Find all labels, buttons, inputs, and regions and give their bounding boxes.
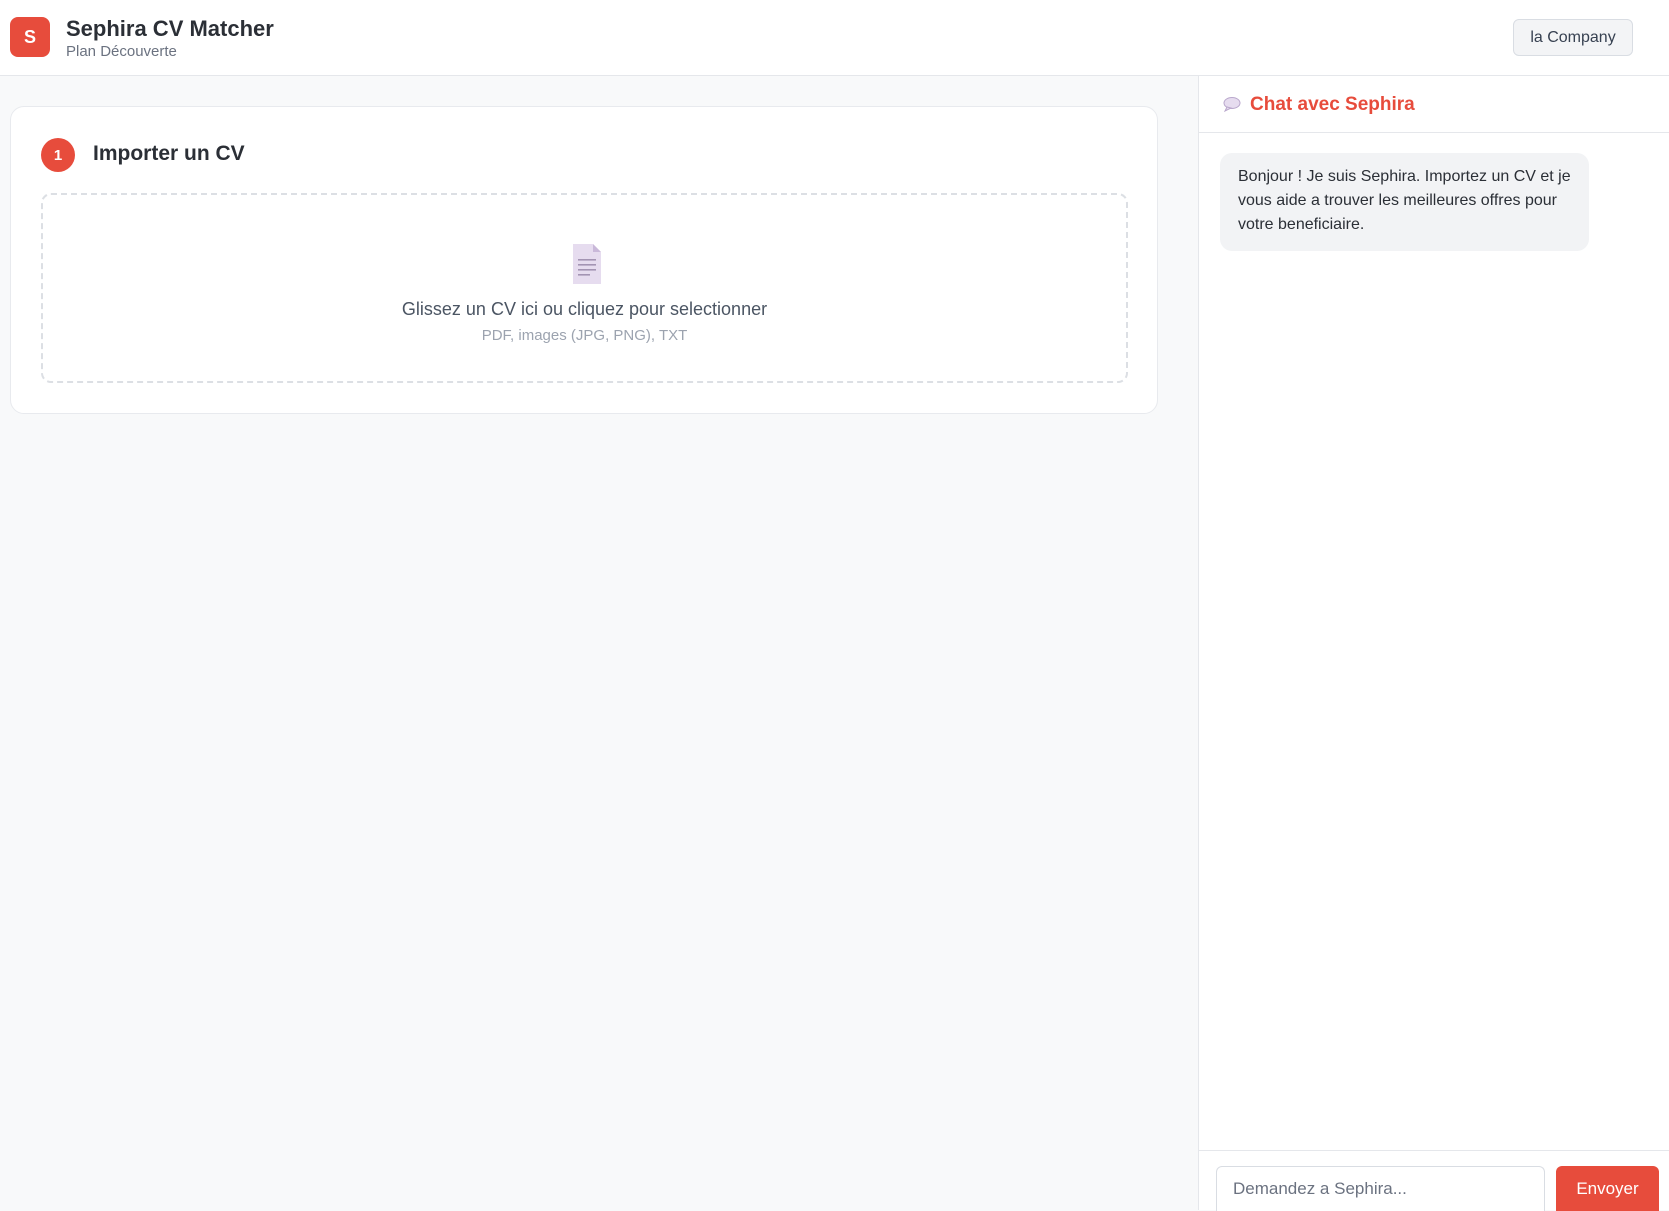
app-logo: S <box>10 17 50 57</box>
upload-card: 1 Importer un CV Glissez un CV ici ou cl… <box>10 106 1158 414</box>
send-button[interactable]: Envoyer <box>1556 1166 1659 1211</box>
chat-panel: Chat avec Sephira Bonjour ! Je suis Seph… <box>1198 76 1669 1211</box>
speech-bubble-icon <box>1223 97 1241 112</box>
dropzone-formats: PDF, images (JPG, PNG), TXT <box>481 327 688 344</box>
chat-title: Chat avec Sephira <box>1250 94 1415 115</box>
dropzone-instructions: Glissez un CV ici ou cliquez pour select… <box>401 299 768 319</box>
step-number-badge: 1 <box>41 138 75 172</box>
main-panel: 1 Importer un CV Glissez un CV ici ou cl… <box>0 76 1198 1210</box>
cv-dropzone[interactable]: Glissez un CV ici ou cliquez pour select… <box>41 193 1128 383</box>
chat-header: Chat avec Sephira <box>1199 76 1669 133</box>
chat-input[interactable] <box>1216 1166 1545 1211</box>
assistant-message: Bonjour ! Je suis Sephira. Importez un C… <box>1220 153 1589 251</box>
top-header: S Sephira CV Matcher Plan Découverte la … <box>0 0 1669 76</box>
step-title: Importer un CV <box>93 142 245 165</box>
plan-label: Plan Découverte <box>66 43 177 60</box>
company-button[interactable]: la Company <box>1513 19 1633 56</box>
document-icon <box>573 244 601 284</box>
app-title: Sephira CV Matcher <box>66 16 274 41</box>
chat-footer: Envoyer <box>1199 1150 1669 1211</box>
